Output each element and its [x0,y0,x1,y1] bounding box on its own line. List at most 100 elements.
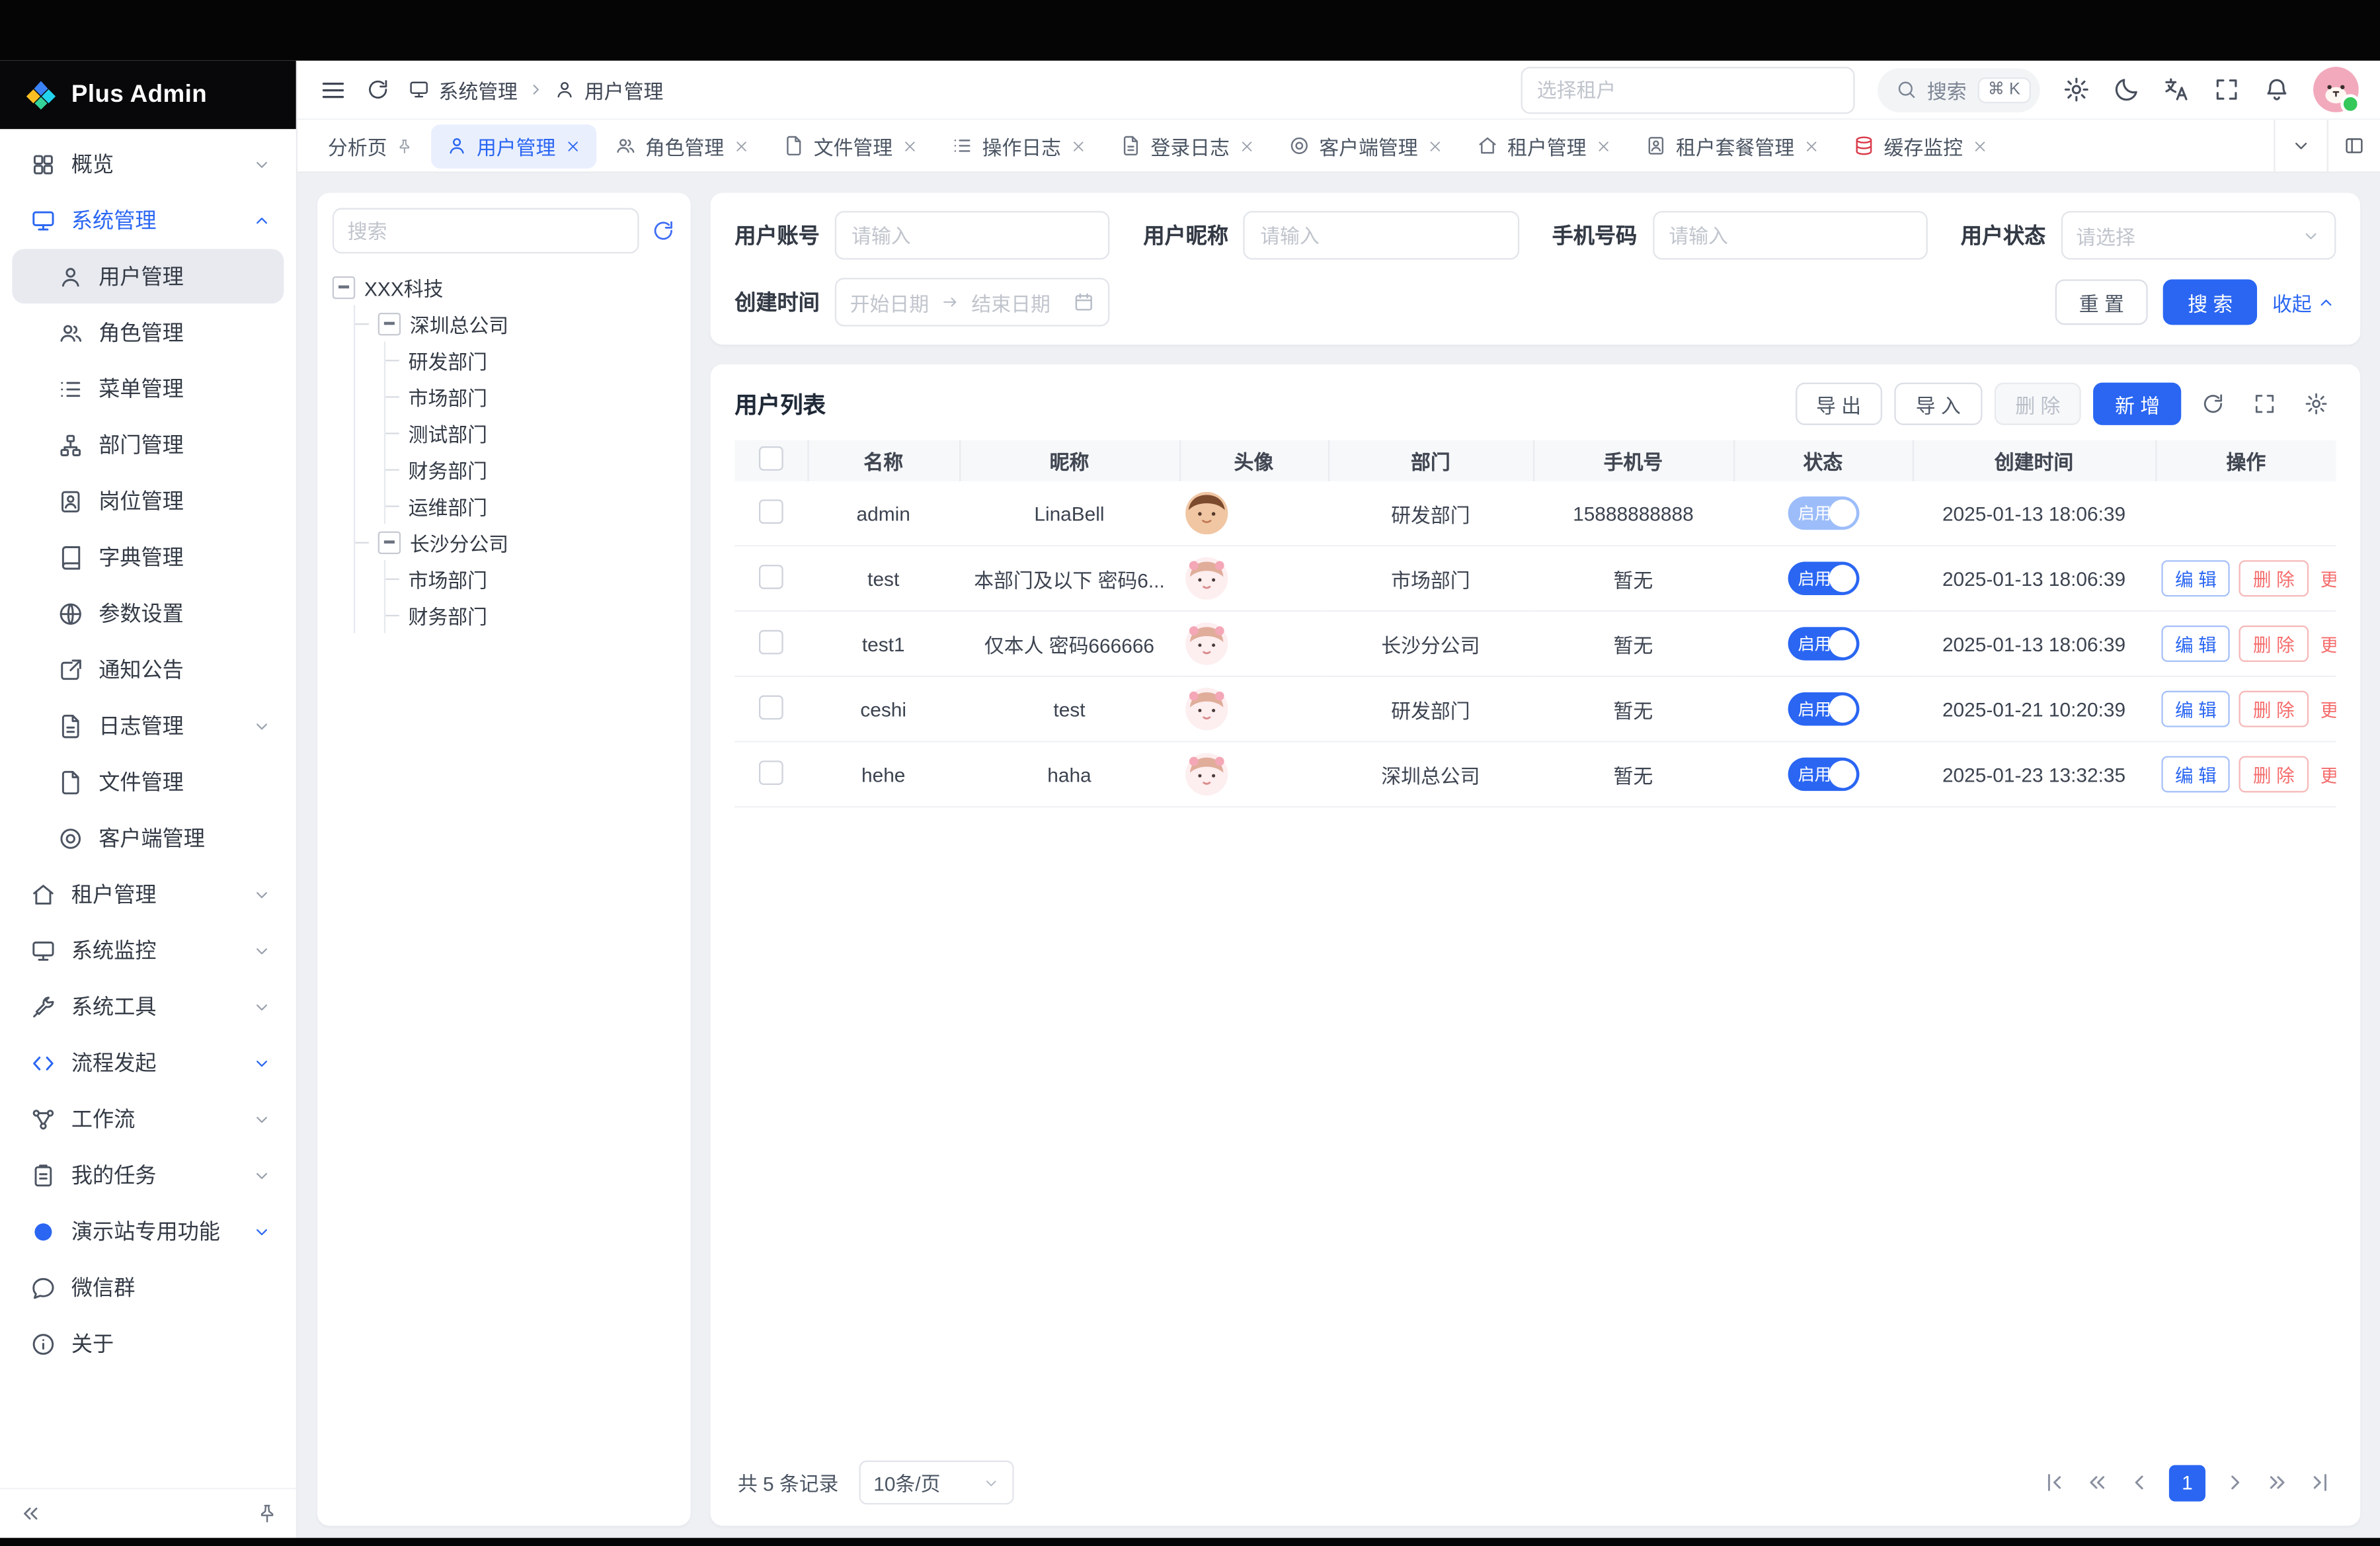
select-all-checkbox[interactable] [758,446,783,471]
tree-node-root[interactable]: XXX科技 [333,268,676,305]
tree-refresh-icon[interactable] [651,219,676,243]
tab-dropdown-button[interactable] [2274,120,2326,171]
row-checkbox[interactable] [759,564,783,589]
brand-logo-row[interactable]: Plus Admin [0,61,296,129]
tab-operation-log[interactable]: 操作日志 [937,124,1102,168]
tree-collapse-toggle[interactable] [333,276,355,298]
delete-row-button[interactable]: 删 除 [2239,691,2308,727]
tree-node-dept[interactable]: 市场部门 [385,378,676,415]
sidebar-item-client-management[interactable]: 客户端管理 [12,811,284,866]
tree-node-dept[interactable]: 财务部门 [385,451,676,487]
tree-node-dept[interactable]: 运维部门 [385,487,676,524]
delete-button[interactable]: 删 除 [1994,383,2081,425]
next-group-button[interactable] [2265,1470,2291,1496]
sidebar-item-about[interactable]: 关于 [12,1317,284,1371]
refresh-icon[interactable] [366,77,390,102]
close-icon[interactable] [565,138,581,154]
current-page-button[interactable]: 1 [2169,1465,2205,1501]
more-button[interactable]: 更多 [2317,756,2336,792]
status-toggle[interactable]: 启用 [1787,758,1858,792]
tree-node-dept[interactable]: 研发部门 [385,342,676,378]
moon-icon[interactable] [2113,76,2140,103]
collapse-sidebar-icon[interactable] [19,1502,43,1526]
sidebar-item-dept-management[interactable]: 部门管理 [12,417,284,472]
edit-button[interactable]: 编 辑 [2161,691,2230,727]
close-icon[interactable] [1239,138,1255,154]
row-checkbox[interactable] [759,760,783,784]
sidebar-item-notice[interactable]: 通知公告 [12,642,284,697]
sidebar-item-tenant-management[interactable]: 租户管理 [12,867,284,922]
prev-group-button[interactable] [2084,1470,2110,1496]
table-refresh-icon[interactable] [2194,384,2233,424]
tree-node-company[interactable]: 深圳总公司 [355,305,675,341]
delete-row-button[interactable]: 删 除 [2239,626,2308,662]
tree-collapse-toggle[interactable] [378,530,401,553]
search-button[interactable]: 搜 索 [2164,279,2257,325]
tree-node-dept[interactable]: 财务部门 [385,596,676,633]
first-page-button[interactable] [2042,1470,2067,1496]
pin-icon[interactable] [396,138,413,154]
sidebar-item-menu-management[interactable]: 菜单管理 [12,361,284,416]
close-icon[interactable] [1070,138,1087,154]
date-range-picker[interactable]: 开始日期 结束日期 [835,278,1110,326]
tenant-select-input[interactable] [1521,66,1854,113]
delete-row-button[interactable]: 删 除 [2239,756,2308,792]
prev-page-button[interactable] [2127,1470,2153,1496]
status-toggle[interactable]: 启用 [1787,497,1858,530]
tab-analysis[interactable]: 分析页 [313,124,428,168]
tab-user-management[interactable]: 用户管理 [431,124,596,168]
sidebar-item-wechat-group[interactable]: 微信群 [12,1260,284,1315]
row-checkbox[interactable] [759,694,783,719]
tree-search-input[interactable] [333,208,639,254]
nickname-input[interactable] [1244,211,1519,259]
sidebar-item-my-tasks[interactable]: 我的任务 [12,1148,284,1203]
tree-node-branch[interactable]: 长沙分公司 [355,524,675,560]
close-icon[interactable] [1972,138,1989,154]
sidebar-item-system-management[interactable]: 系统管理 [12,193,284,248]
row-checkbox[interactable] [759,499,783,523]
close-icon[interactable] [902,138,918,154]
sidebar-item-post-management[interactable]: 岗位管理 [12,473,284,528]
sidebar-item-process-start[interactable]: 流程发起 [12,1036,284,1090]
fullscreen-icon[interactable] [2213,76,2240,103]
sidebar-item-user-management[interactable]: 用户管理 [12,249,284,304]
tree-node-dept[interactable]: 市场部门 [385,560,676,596]
export-button[interactable]: 导 出 [1795,383,1882,425]
status-toggle[interactable]: 启用 [1787,692,1858,726]
tab-tenant-package[interactable]: 租户套餐管理 [1630,124,1835,168]
edit-button[interactable]: 编 辑 [2161,626,2230,662]
translate-icon[interactable] [2163,76,2190,103]
status-toggle[interactable]: 启用 [1787,561,1858,595]
table-fullscreen-icon[interactable] [2245,384,2285,424]
gear-icon[interactable] [2063,76,2090,103]
add-button[interactable]: 新 增 [2094,383,2181,425]
tab-fullscreen-button[interactable] [2327,120,2380,171]
table-settings-icon[interactable] [2297,384,2336,424]
tab-file-management[interactable]: 文件管理 [768,124,933,168]
edit-button[interactable]: 编 辑 [2161,560,2230,596]
sidebar-item-workflow[interactable]: 工作流 [12,1092,284,1147]
sidebar-item-system-monitor[interactable]: 系统监控 [12,923,284,978]
tree-collapse-toggle[interactable] [378,312,401,335]
sidebar-item-demo-features[interactable]: 演示站专用功能 [12,1204,284,1259]
more-button[interactable]: 更多 [2317,691,2336,727]
delete-row-button[interactable]: 删 除 [2239,560,2308,596]
tree-node-dept[interactable]: 测试部门 [385,415,676,451]
row-checkbox[interactable] [759,630,783,654]
status-toggle[interactable]: 启用 [1787,627,1858,661]
tab-client-management[interactable]: 客户端管理 [1273,124,1458,168]
page-size-select[interactable]: 10条/页 [860,1461,1015,1505]
sidebar-item-role-management[interactable]: 角色管理 [12,305,284,360]
sidebar-item-dict-management[interactable]: 字典管理 [12,530,284,585]
sidebar-item-file-management[interactable]: 文件管理 [12,754,284,809]
close-icon[interactable] [1804,138,1820,154]
reset-button[interactable]: 重 置 [2055,279,2148,325]
more-button[interactable]: 更多 [2317,626,2336,662]
bell-icon[interactable] [2263,76,2290,103]
close-icon[interactable] [1595,138,1612,154]
collapse-filters-link[interactable]: 收起 [2272,288,2336,317]
sidebar-item-system-tools[interactable]: 系统工具 [12,979,284,1034]
sidebar-item-overview[interactable]: 概览 [12,137,284,192]
user-avatar[interactable] [2313,67,2359,112]
global-search-button[interactable]: 搜索 ⌘ K [1877,67,2040,112]
